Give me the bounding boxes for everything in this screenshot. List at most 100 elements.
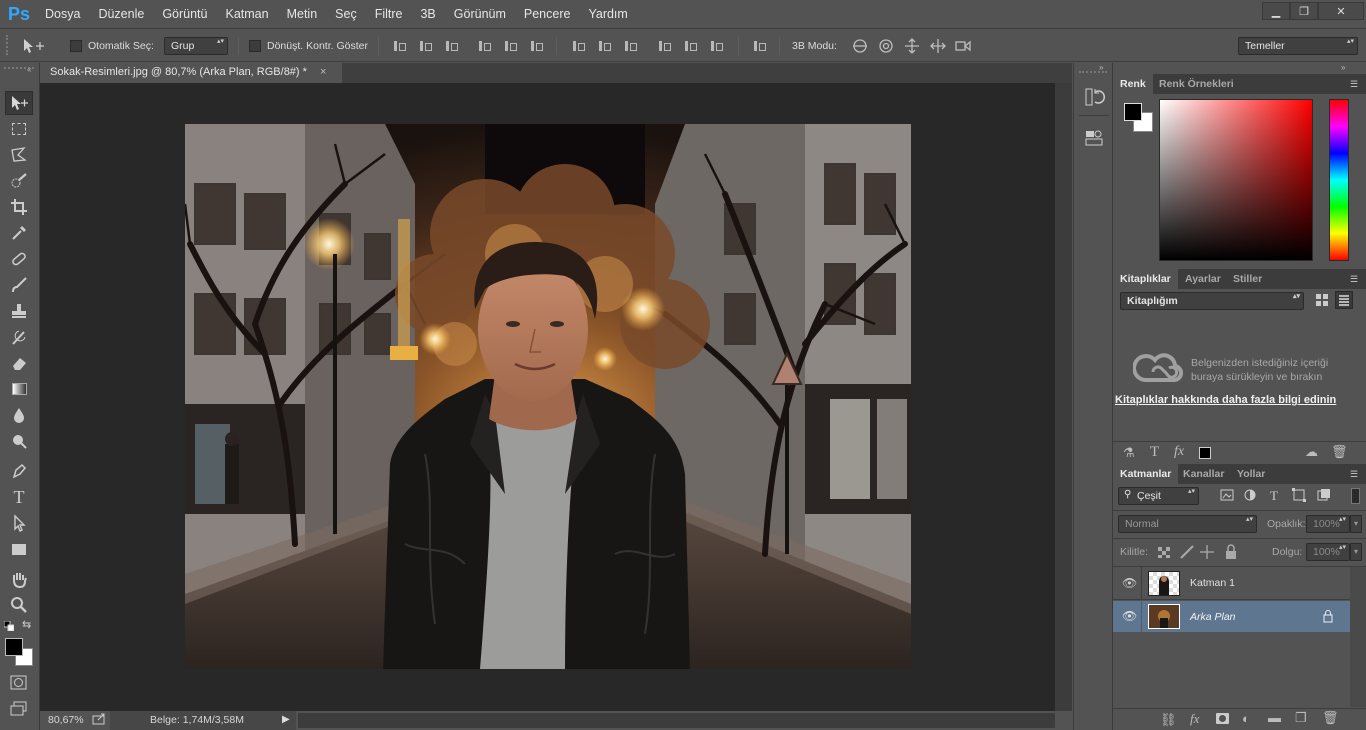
menu-yardım[interactable]: Yardım	[579, 0, 636, 28]
align-left-icon[interactable]	[477, 39, 491, 53]
panel-menu-icon[interactable]: ☰	[1350, 79, 1360, 89]
menu-dosya[interactable]: Dosya	[36, 0, 89, 28]
auto-align-icon[interactable]	[752, 39, 766, 53]
close-button[interactable]: ✕	[1318, 2, 1364, 20]
visibility-eye-icon[interactable]: 👁	[1122, 576, 1137, 590]
rectangle-tool-icon[interactable]	[5, 537, 33, 561]
transform-controls-checkbox[interactable]	[249, 40, 261, 52]
collapse-panels-icon[interactable]: »	[1341, 63, 1345, 72]
visibility-eye-icon[interactable]: 👁	[1122, 609, 1137, 623]
layer-row-selected[interactable]: 👁 Arka Plan	[1113, 601, 1350, 632]
zoom-tool-icon[interactable]	[5, 593, 33, 617]
fill-arrow-icon[interactable]: ▾	[1350, 543, 1362, 561]
move-tool-preset-icon[interactable]	[20, 37, 46, 55]
menu-metin[interactable]: Metin	[278, 0, 327, 28]
delete-layer-icon[interactable]: 🗑	[1322, 710, 1339, 726]
hand-tool-icon[interactable]	[5, 567, 33, 591]
tab-color[interactable]: Renk	[1113, 74, 1153, 94]
filter-toggle[interactable]	[1351, 488, 1360, 504]
collapse-icon[interactable]: «	[27, 65, 31, 74]
tab-adjustments[interactable]: Ayarlar	[1178, 269, 1228, 289]
layers-scrollbar[interactable]	[1350, 567, 1366, 707]
link-layers-icon[interactable]: ⛓	[1160, 712, 1177, 728]
blend-mode-dropdown[interactable]: Normal	[1118, 515, 1257, 533]
eraser-tool-icon[interactable]	[5, 351, 33, 375]
brush-tool-icon[interactable]	[5, 273, 33, 297]
lasso-tool-icon[interactable]	[5, 143, 33, 167]
auto-select-dropdown[interactable]: Grup	[164, 37, 228, 55]
distribute-top-icon[interactable]	[571, 39, 585, 53]
tab-layers[interactable]: Katmanlar	[1113, 464, 1179, 484]
zoom-level[interactable]: 80,67%	[48, 714, 84, 726]
document-image[interactable]	[185, 124, 911, 669]
add-layer-style-icon[interactable]: fx	[1174, 444, 1184, 460]
add-graphic-icon[interactable]: ⚗	[1123, 445, 1135, 461]
blur-tool-icon[interactable]	[5, 403, 33, 427]
distribute-hcenter-icon[interactable]	[683, 39, 697, 53]
layer-filter-dropdown[interactable]: ⚲ Çeşit	[1118, 487, 1199, 505]
auto-select-checkbox[interactable]	[70, 40, 82, 52]
tab-swatches[interactable]: Renk Örnekleri	[1152, 74, 1241, 94]
path-selection-tool-icon[interactable]	[5, 511, 33, 535]
add-color-icon[interactable]	[1199, 447, 1211, 459]
menu-filtre[interactable]: Filtre	[366, 0, 412, 28]
close-tab-icon[interactable]: ×	[320, 66, 326, 78]
foreground-color-swatch[interactable]	[5, 638, 23, 656]
dodge-tool-icon[interactable]	[5, 429, 33, 453]
panel-menu-icon[interactable]: ☰	[1350, 274, 1360, 284]
menu-pencere[interactable]: Pencere	[515, 0, 580, 28]
screen-mode-icon[interactable]	[5, 697, 33, 721]
opacity-arrow-icon[interactable]: ▾	[1350, 515, 1362, 533]
align-top-icon[interactable]	[392, 39, 406, 53]
library-learn-more-link[interactable]: Kitaplıklar hakkında daha fazla bilgi ed…	[1115, 394, 1336, 406]
clone-stamp-tool-icon[interactable]	[5, 299, 33, 323]
menu-3b[interactable]: 3B	[411, 0, 444, 28]
tab-styles[interactable]: Stiller	[1226, 269, 1269, 289]
history-panel-icon[interactable]	[1083, 86, 1105, 108]
fill-input[interactable]: 100%	[1306, 543, 1350, 561]
menu-görünüm[interactable]: Görünüm	[445, 0, 515, 28]
crop-tool-icon[interactable]	[5, 195, 33, 219]
panel-menu-icon[interactable]: ☰	[1350, 469, 1360, 479]
pen-tool-icon[interactable]	[5, 459, 33, 483]
marquee-tool-icon[interactable]	[5, 117, 33, 141]
menu-seç[interactable]: Seç	[326, 0, 366, 28]
align-right-icon[interactable]	[529, 39, 543, 53]
add-text-icon[interactable]: T	[1150, 444, 1159, 461]
export-icon[interactable]	[92, 713, 106, 725]
move-tool-icon[interactable]	[5, 91, 33, 115]
list-view-icon[interactable]	[1335, 291, 1353, 309]
minimize-button[interactable]: ▁	[1262, 2, 1290, 20]
color-field[interactable]	[1159, 99, 1313, 261]
hue-slider[interactable]	[1329, 99, 1349, 261]
align-hcenter-icon[interactable]	[503, 39, 517, 53]
horizontal-scrollbar[interactable]	[298, 713, 1055, 728]
layer-row[interactable]: 👁 Katman 1	[1113, 567, 1350, 600]
document-tab[interactable]: Sokak-Resimleri.jpg @ 80,7% (Arka Plan, …	[40, 63, 342, 83]
swap-colors-icon[interactable]: ⇆	[22, 618, 31, 631]
align-vcenter-icon[interactable]	[418, 39, 432, 53]
distribute-left-icon[interactable]	[657, 39, 671, 53]
default-colors-icon[interactable]	[3, 620, 15, 632]
healing-brush-tool-icon[interactable]	[5, 247, 33, 271]
opacity-input[interactable]: 100%	[1306, 515, 1350, 533]
tab-libraries[interactable]: Kitaplıklar	[1113, 269, 1178, 289]
tab-channels[interactable]: Kanallar	[1176, 464, 1231, 484]
trash-icon[interactable]: 🗑	[1331, 444, 1348, 460]
grid-view-icon[interactable]	[1315, 293, 1329, 307]
eyedropper-tool-icon[interactable]	[5, 221, 33, 245]
gradient-tool-icon[interactable]	[5, 377, 33, 401]
add-mask-icon[interactable]	[1216, 713, 1229, 724]
foreground-color-swatch[interactable]	[1124, 103, 1142, 121]
menu-görüntü[interactable]: Görüntü	[153, 0, 216, 28]
distribute-vcenter-icon[interactable]	[597, 39, 611, 53]
menu-düzenle[interactable]: Düzenle	[89, 0, 153, 28]
vertical-scrollbar[interactable]	[1055, 83, 1072, 711]
restore-button[interactable]: ❐	[1290, 2, 1318, 20]
sync-icon[interactable]: ☁	[1305, 444, 1318, 460]
distribute-right-icon[interactable]	[709, 39, 723, 53]
quick-mask-icon[interactable]	[5, 671, 33, 695]
quick-selection-tool-icon[interactable]	[5, 169, 33, 193]
layer-style-icon[interactable]: fx	[1190, 711, 1199, 727]
type-tool-icon[interactable]: T	[5, 485, 33, 509]
